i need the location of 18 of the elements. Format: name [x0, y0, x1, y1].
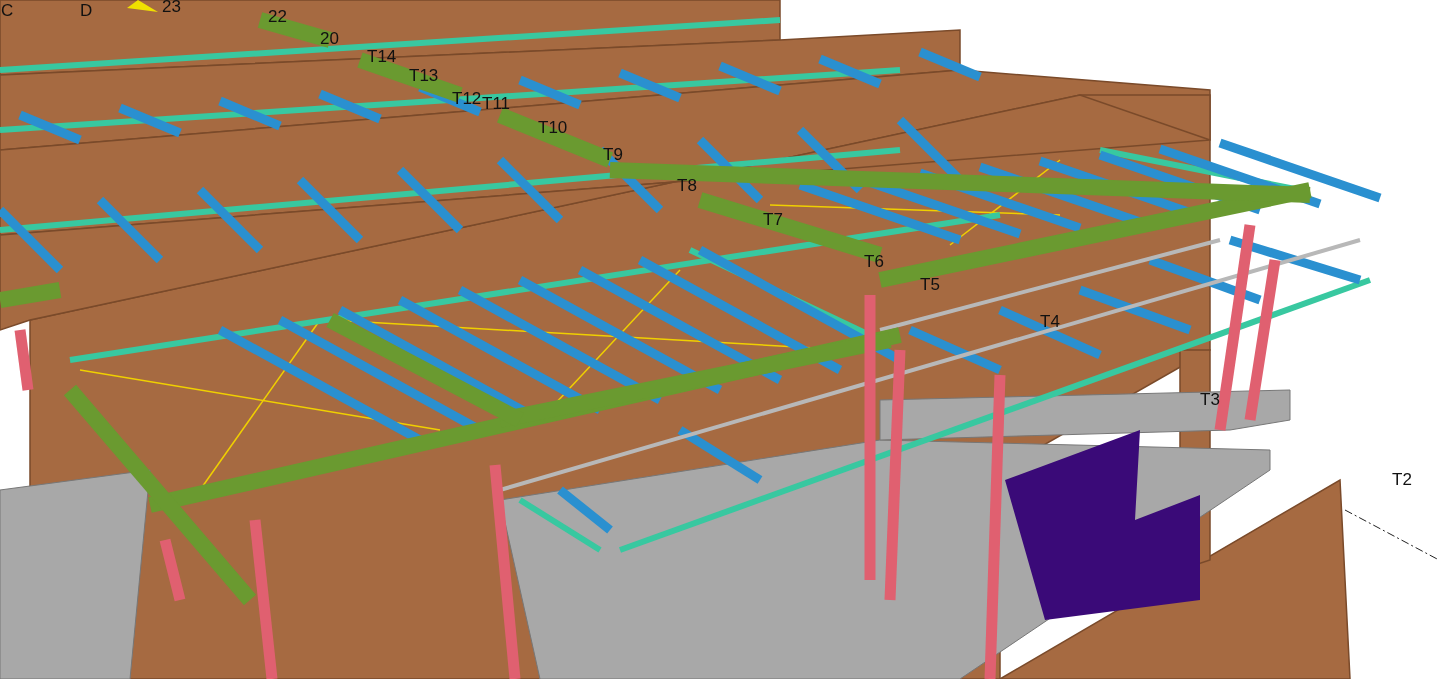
grid-label: T8: [677, 176, 697, 195]
grid-label: T2: [1392, 470, 1412, 489]
grid-label: T13: [409, 66, 439, 85]
grid-label: T14: [367, 47, 397, 66]
grid-label: T7: [763, 210, 783, 229]
grid-label: T6: [864, 252, 884, 271]
grid-label: C: [1, 1, 14, 20]
grid-label: D: [80, 1, 93, 20]
grid-label: T10: [538, 118, 568, 137]
grid-label: 22: [268, 7, 287, 26]
grid-label: T5: [920, 275, 940, 294]
grid-label: T3: [1200, 390, 1220, 409]
grid-label: 23: [162, 0, 181, 16]
grid-label: 20: [320, 29, 339, 48]
grid-marker-icon: [127, 0, 158, 12]
grid-label: T11: [482, 94, 511, 113]
grid-label: T9: [603, 145, 623, 164]
grid-label: T4: [1040, 312, 1060, 331]
